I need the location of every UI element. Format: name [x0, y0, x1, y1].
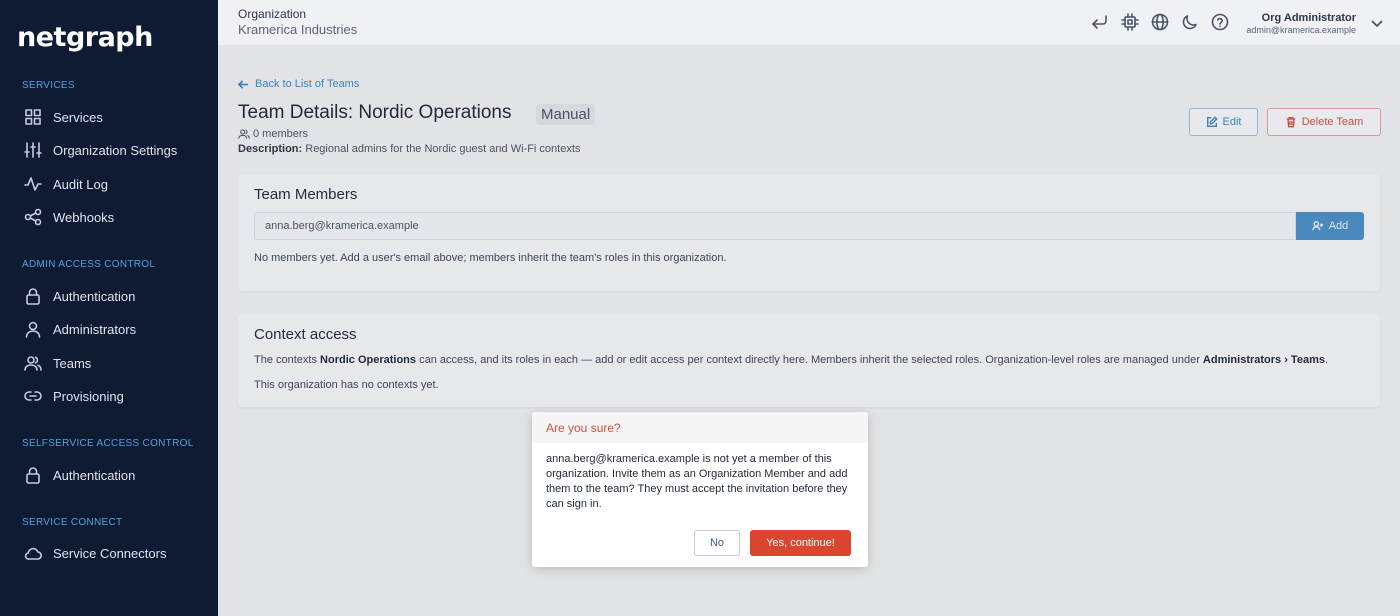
sidebar-item-audit-log[interactable]: Audit Log	[24, 171, 214, 197]
sidebar-item-service-connectors[interactable]: Service Connectors	[24, 540, 214, 566]
sidebar-item-administrators[interactable]: Administrators	[24, 316, 214, 342]
globe-icon[interactable]	[1150, 12, 1170, 32]
sidebar-item-label: Administrators	[53, 321, 137, 337]
sidebar-section-title: ADMIN ACCESS CONTROL	[22, 259, 156, 270]
user-email: admin@kramerica.example	[1246, 25, 1356, 35]
top-icon-group	[1090, 12, 1230, 32]
sidebar-item-authentication[interactable]: Authentication	[24, 283, 214, 309]
organization-name[interactable]: Kramerica Industries	[238, 22, 357, 37]
sidebar-item-organization-settings[interactable]: Organization Settings	[24, 137, 214, 163]
sidebar-item-label: Organization Settings	[53, 142, 178, 158]
no-button[interactable]: No	[694, 530, 740, 556]
sidebar-item-label: Teams	[53, 355, 92, 371]
sidebar-item-label: Services	[53, 109, 103, 125]
user-icon	[24, 320, 42, 338]
users-icon	[24, 354, 42, 372]
sidebar-item-provisioning[interactable]: Provisioning	[24, 383, 214, 409]
share-icon	[24, 208, 42, 226]
dialog-title: Are you sure?	[532, 412, 868, 443]
confirm-dialog: Are you sure? anna.berg@kramerica.exampl…	[532, 412, 868, 567]
user-name[interactable]: Org Administrator	[1262, 12, 1356, 24]
sidebar-item-selfservice-authentication[interactable]: Authentication	[24, 462, 214, 488]
organization-label: Organization	[238, 7, 307, 21]
grid-icon	[24, 108, 42, 126]
sidebar-item-label: Audit Log	[53, 176, 108, 192]
sidebar-item-label: Authentication	[53, 467, 136, 483]
sidebar-section-title: SERVICES	[22, 80, 75, 91]
return-icon[interactable]	[1090, 12, 1110, 32]
app-logo[interactable]: netgraph	[17, 22, 153, 53]
top-bar: Organization Kramerica Industries Org Ad…	[218, 0, 1400, 46]
sidebar-item-label: Service Connectors	[53, 545, 167, 561]
dialog-message: anna.berg@kramerica.example is not yet a…	[546, 453, 848, 510]
sidebar: netgraph SERVICES Services Organization …	[0, 0, 218, 616]
link-icon	[24, 387, 42, 405]
sidebar-section-title: SELFSERVICE ACCESS CONTROL	[22, 438, 194, 449]
sidebar-item-services[interactable]: Services	[24, 104, 214, 130]
activity-icon	[24, 175, 42, 193]
sidebar-item-label: Webhooks	[53, 209, 115, 225]
sliders-icon	[24, 141, 42, 159]
lock-icon	[24, 466, 42, 484]
chip-icon[interactable]	[1120, 12, 1140, 32]
sidebar-item-webhooks[interactable]: Webhooks	[24, 204, 214, 230]
sidebar-item-label: Provisioning	[53, 388, 124, 404]
help-icon[interactable]	[1210, 12, 1230, 32]
yes-continue-button[interactable]: Yes, continue!	[750, 530, 851, 556]
chevron-down-icon[interactable]	[1370, 16, 1384, 30]
lock-icon	[24, 287, 42, 305]
moon-icon[interactable]	[1180, 12, 1200, 32]
sidebar-section-title: SERVICE CONNECT	[22, 517, 123, 528]
sidebar-item-teams[interactable]: Teams	[24, 350, 214, 376]
sidebar-item-label: Authentication	[53, 288, 136, 304]
cloud-icon	[24, 544, 42, 562]
